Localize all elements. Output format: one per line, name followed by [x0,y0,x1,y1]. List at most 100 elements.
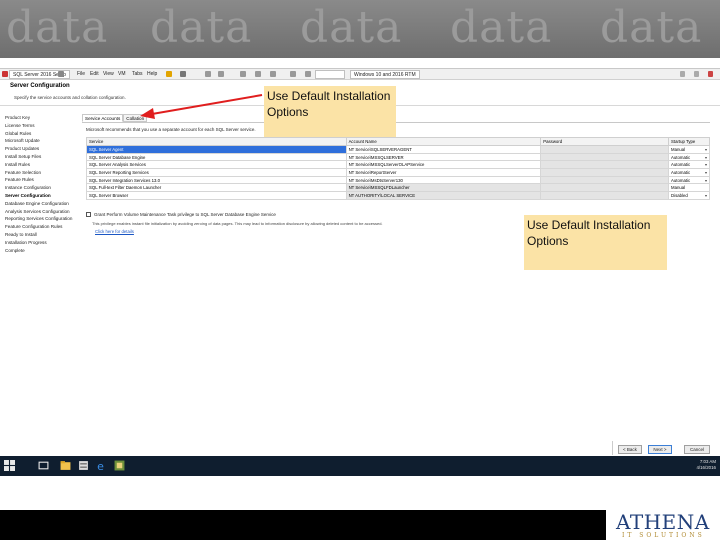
column-header-account[interactable]: Account Name [345,137,542,146]
password-cell[interactable] [540,175,670,185]
banner-watermark: data [600,2,703,53]
startup-select[interactable]: Automatic ▾ [668,160,710,170]
step-item[interactable]: Reporting Services Configuration [5,215,72,223]
home-tab[interactable] [315,70,345,79]
startup-value: Automatic [671,177,691,183]
account-cell[interactable]: NT Service\MsDtsServer130 [345,175,542,185]
vm-tab[interactable]: Windows 10 and 2016 RTM [350,70,420,79]
column-header-password[interactable]: Password [540,137,670,146]
service-cell: SQL Server Browser [86,191,347,200]
volume-maintenance-checkbox[interactable]: Grant Perform Volume Maintenance Task pr… [86,212,276,217]
revert-icon[interactable] [218,71,224,77]
page-description: Specify the service accounts and collati… [14,95,126,100]
chevron-down-icon[interactable]: ▾ [705,178,707,183]
pin-icon[interactable] [58,71,64,77]
chevron-down-icon[interactable]: ▾ [705,155,707,160]
step-item[interactable]: Microsoft Update [5,137,72,145]
app-icon [2,71,8,77]
unity-icon[interactable] [270,71,276,77]
page-title: Server Configuration [10,83,70,89]
table-row[interactable]: SQL Server Analysis Services NT Service\… [86,160,710,170]
tab-service-accounts[interactable]: Service Accounts [82,114,124,122]
column-header-service[interactable]: Service [86,137,347,146]
password-cell[interactable] [540,145,670,154]
checkbox-label: Grant Perform Volume Maintenance Task pr… [94,212,276,217]
startup-value: Automatic [671,169,691,175]
step-item[interactable]: Product Updates [5,145,72,153]
banner-watermark: data [450,2,553,53]
account-cell: NT Service\MSSQLFDLauncher [345,183,542,193]
step-item[interactable]: Instance Configuration [5,184,72,192]
menu-vm[interactable]: VM [118,71,126,77]
account-cell[interactable]: NT Service\SQLSERVERAGENT [345,145,542,154]
account-cell: NT AUTHORITY\LOCAL SERVICE [345,191,542,200]
power-icon[interactable] [180,71,186,77]
minimize-icon[interactable] [680,71,685,77]
windows-start-icon[interactable] [4,460,15,471]
account-cell[interactable]: NT Service\ReportServer [345,168,542,177]
close-icon[interactable] [708,71,713,77]
settings-icon[interactable] [305,71,311,77]
step-item-current[interactable]: Server Configuration [5,192,72,200]
step-item[interactable]: Ready to Install [5,231,72,239]
back-button[interactable]: < Back [618,445,642,454]
server-manager-icon[interactable] [78,460,89,471]
password-cell[interactable] [540,160,670,170]
tab-collation[interactable]: Collation [123,114,148,122]
step-item[interactable]: Feature Selection [5,169,72,177]
step-item[interactable]: Product Key [5,114,72,122]
pause-icon[interactable] [166,71,172,77]
snapshot-icon[interactable] [205,71,211,77]
step-item[interactable]: Install Rules [5,161,72,169]
checkbox-box[interactable] [86,212,91,217]
step-item[interactable]: Complete [5,247,72,255]
step-item[interactable]: Global Rules [5,130,72,138]
console-icon[interactable] [290,71,296,77]
password-cell[interactable] [540,168,670,177]
menu-tabs[interactable]: Tabs [132,71,143,77]
step-item[interactable]: Feature Configuration Rules [5,223,72,231]
next-button[interactable]: Next > [648,445,672,454]
account-cell[interactable]: NT Service\MSSQLSERVER [345,152,542,162]
chevron-down-icon[interactable]: ▾ [705,147,707,152]
maximize-icon[interactable] [694,71,699,77]
sql-setup-taskbar-icon[interactable] [114,460,125,471]
edge-browser-icon[interactable]: e [96,460,107,471]
taskbar-clock[interactable]: 7:03 AM 4/16/2016 [696,459,716,471]
table-row[interactable]: SQL Full-text Filter Daemon Launcher NT … [86,183,710,193]
startup-select[interactable]: Disabled ▾ [668,191,710,200]
menu-edit[interactable]: Edit [90,71,99,77]
cancel-button[interactable]: Cancel [684,445,710,454]
step-item[interactable]: License Terms [5,122,72,130]
startup-select[interactable]: Manual ▾ [668,145,710,154]
table-row[interactable]: SQL Server Reporting Services NT Service… [86,168,710,177]
callout-top-text: Use Default Installation Options [267,89,391,119]
chevron-down-icon[interactable]: ▾ [705,162,707,167]
password-cell[interactable] [540,152,670,162]
column-header-startup[interactable]: Startup Type [668,137,710,146]
startup-select[interactable]: Automatic ▾ [668,152,710,162]
view-icon[interactable] [240,71,246,77]
menu-help[interactable]: Help [147,71,157,77]
table-row[interactable]: SQL Server Agent NT Service\SQLSERVERAGE… [86,145,710,154]
menu-view[interactable]: View [103,71,114,77]
table-row[interactable]: SQL Server Database Engine NT Service\MS… [86,152,710,162]
task-view-icon[interactable] [38,460,49,471]
account-cell[interactable]: NT Service\MSSQLServerOLAPService [345,160,542,170]
step-item[interactable]: Database Engine Configuration [5,200,72,208]
service-cell: SQL Server Database Engine [86,152,347,162]
startup-select[interactable]: Automatic ▾ [668,175,710,185]
fullscreen-icon[interactable] [255,71,261,77]
chevron-down-icon[interactable]: ▾ [705,170,707,175]
file-explorer-icon[interactable] [60,460,71,471]
step-item[interactable]: Installation Progress [5,239,72,247]
step-item[interactable]: Analysis Services Configuration [5,208,72,216]
startup-select[interactable]: Automatic ▾ [668,168,710,177]
menu-file[interactable]: File [77,71,85,77]
step-item[interactable]: Install Setup Files [5,153,72,161]
table-row[interactable]: SQL Server Integration Services 13.0 NT … [86,175,710,185]
details-link[interactable]: Click here for details [95,229,134,234]
step-item[interactable]: Feature Rules [5,176,72,184]
table-row[interactable]: SQL Server Browser NT AUTHORITY\LOCAL SE… [86,191,710,200]
chevron-down-icon[interactable]: ▾ [705,193,707,198]
